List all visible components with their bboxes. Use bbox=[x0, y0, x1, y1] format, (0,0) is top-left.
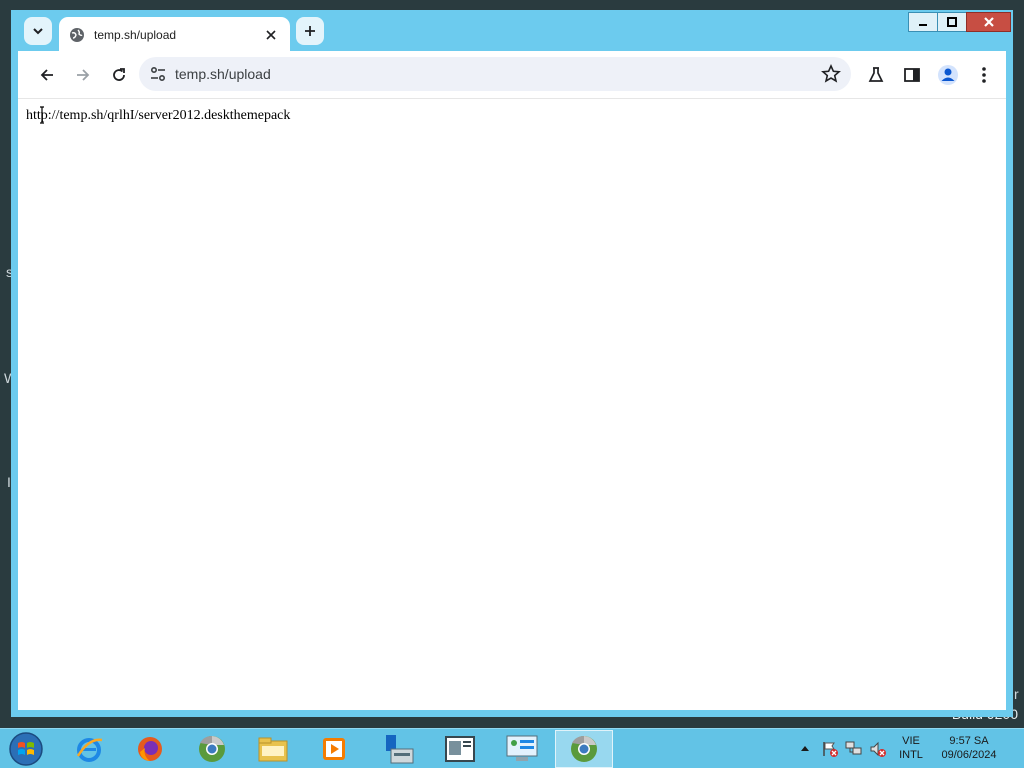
reload-button[interactable] bbox=[105, 61, 133, 89]
address-text[interactable]: temp.sh/upload bbox=[175, 66, 271, 82]
tab-title: temp.sh/upload bbox=[94, 27, 177, 42]
kebab-menu-icon bbox=[982, 67, 986, 83]
internet-explorer-icon bbox=[76, 738, 103, 762]
chevron-down-icon bbox=[33, 28, 43, 35]
chrome-icon bbox=[199, 735, 225, 762]
folder-icon bbox=[258, 737, 288, 762]
flask-icon bbox=[868, 67, 884, 82]
browser-toolbar: temp.sh/upload bbox=[18, 51, 1006, 98]
profile-button[interactable] bbox=[934, 61, 962, 89]
back-button[interactable] bbox=[33, 61, 61, 89]
side-panel-button[interactable] bbox=[898, 61, 926, 89]
text-cursor-icon bbox=[40, 106, 44, 124]
taskbar-text-editor[interactable] bbox=[431, 730, 489, 768]
taskbar-control-panel[interactable] bbox=[493, 730, 551, 768]
network-icon[interactable] bbox=[845, 740, 863, 758]
taskbar-media-player[interactable] bbox=[305, 730, 363, 768]
system-clock[interactable]: 9:57 SA 09/06/2024 bbox=[934, 734, 1004, 762]
show-hidden-icons-icon[interactable] bbox=[800, 743, 810, 753]
new-tab-button[interactable] bbox=[296, 17, 324, 45]
page-content: http://temp.sh/qrlhI/server2012.deskthem… bbox=[18, 98, 1006, 710]
server-manager-icon bbox=[386, 735, 414, 764]
side-panel-icon bbox=[904, 68, 920, 82]
windows-orb-icon bbox=[9, 732, 43, 766]
minimize-icon bbox=[919, 24, 927, 26]
firefox-icon bbox=[138, 737, 162, 761]
taskbar-firefox[interactable] bbox=[121, 730, 179, 768]
plus-icon bbox=[305, 26, 315, 36]
keyboard-layout: INTL bbox=[899, 749, 923, 761]
bookmark-star-icon[interactable] bbox=[821, 64, 841, 84]
close-icon bbox=[983, 17, 994, 27]
taskbar-internet-explorer[interactable] bbox=[60, 730, 118, 768]
start-button[interactable] bbox=[6, 730, 46, 768]
browser-window: temp.sh/upload temp.sh/upload http://tem… bbox=[11, 10, 1013, 717]
desktop-glyph: r bbox=[1014, 686, 1019, 702]
forward-button[interactable] bbox=[69, 61, 97, 89]
control-panel-icon bbox=[506, 735, 538, 761]
chrome-icon bbox=[571, 735, 597, 762]
profile-avatar-icon bbox=[938, 65, 958, 85]
taskbar-chrome-active[interactable] bbox=[555, 730, 613, 768]
media-player-icon bbox=[323, 738, 345, 760]
clock-time: 9:57 SA bbox=[949, 735, 989, 747]
upload-result-url[interactable]: http://temp.sh/qrlhI/server2012.deskthem… bbox=[26, 108, 290, 124]
title-bar: temp.sh/upload bbox=[11, 10, 1013, 52]
clock-date: 09/06/2024 bbox=[941, 749, 997, 761]
action-center-flag-icon[interactable] bbox=[821, 740, 839, 758]
taskbar-chrome[interactable] bbox=[183, 730, 241, 768]
maximize-button[interactable] bbox=[937, 12, 967, 32]
labs-button[interactable] bbox=[862, 61, 890, 89]
window-close-button[interactable] bbox=[966, 12, 1011, 32]
tab-close-button[interactable] bbox=[262, 26, 280, 44]
arrow-right-icon bbox=[77, 69, 90, 81]
globe-icon bbox=[70, 27, 84, 42]
reload-icon bbox=[113, 68, 125, 81]
language-code: VIE bbox=[902, 735, 920, 747]
address-bar[interactable]: temp.sh/upload bbox=[139, 57, 851, 91]
document-window-icon bbox=[445, 736, 475, 762]
taskbar: VIE INTL 9:57 SA 09/06/2024 bbox=[0, 728, 1024, 768]
tab-search-button[interactable] bbox=[24, 17, 52, 45]
maximize-icon bbox=[947, 17, 957, 27]
taskbar-server-manager[interactable] bbox=[370, 730, 428, 768]
arrow-left-icon bbox=[40, 69, 53, 81]
input-language-indicator[interactable]: VIE INTL bbox=[896, 734, 926, 762]
close-icon bbox=[266, 29, 276, 40]
tab-active[interactable]: temp.sh/upload bbox=[59, 17, 290, 52]
site-info-icon[interactable] bbox=[149, 65, 167, 83]
volume-muted-icon[interactable] bbox=[869, 740, 887, 758]
menu-button[interactable] bbox=[970, 61, 998, 89]
taskbar-file-explorer[interactable] bbox=[244, 730, 302, 768]
minimize-button[interactable] bbox=[908, 12, 938, 32]
